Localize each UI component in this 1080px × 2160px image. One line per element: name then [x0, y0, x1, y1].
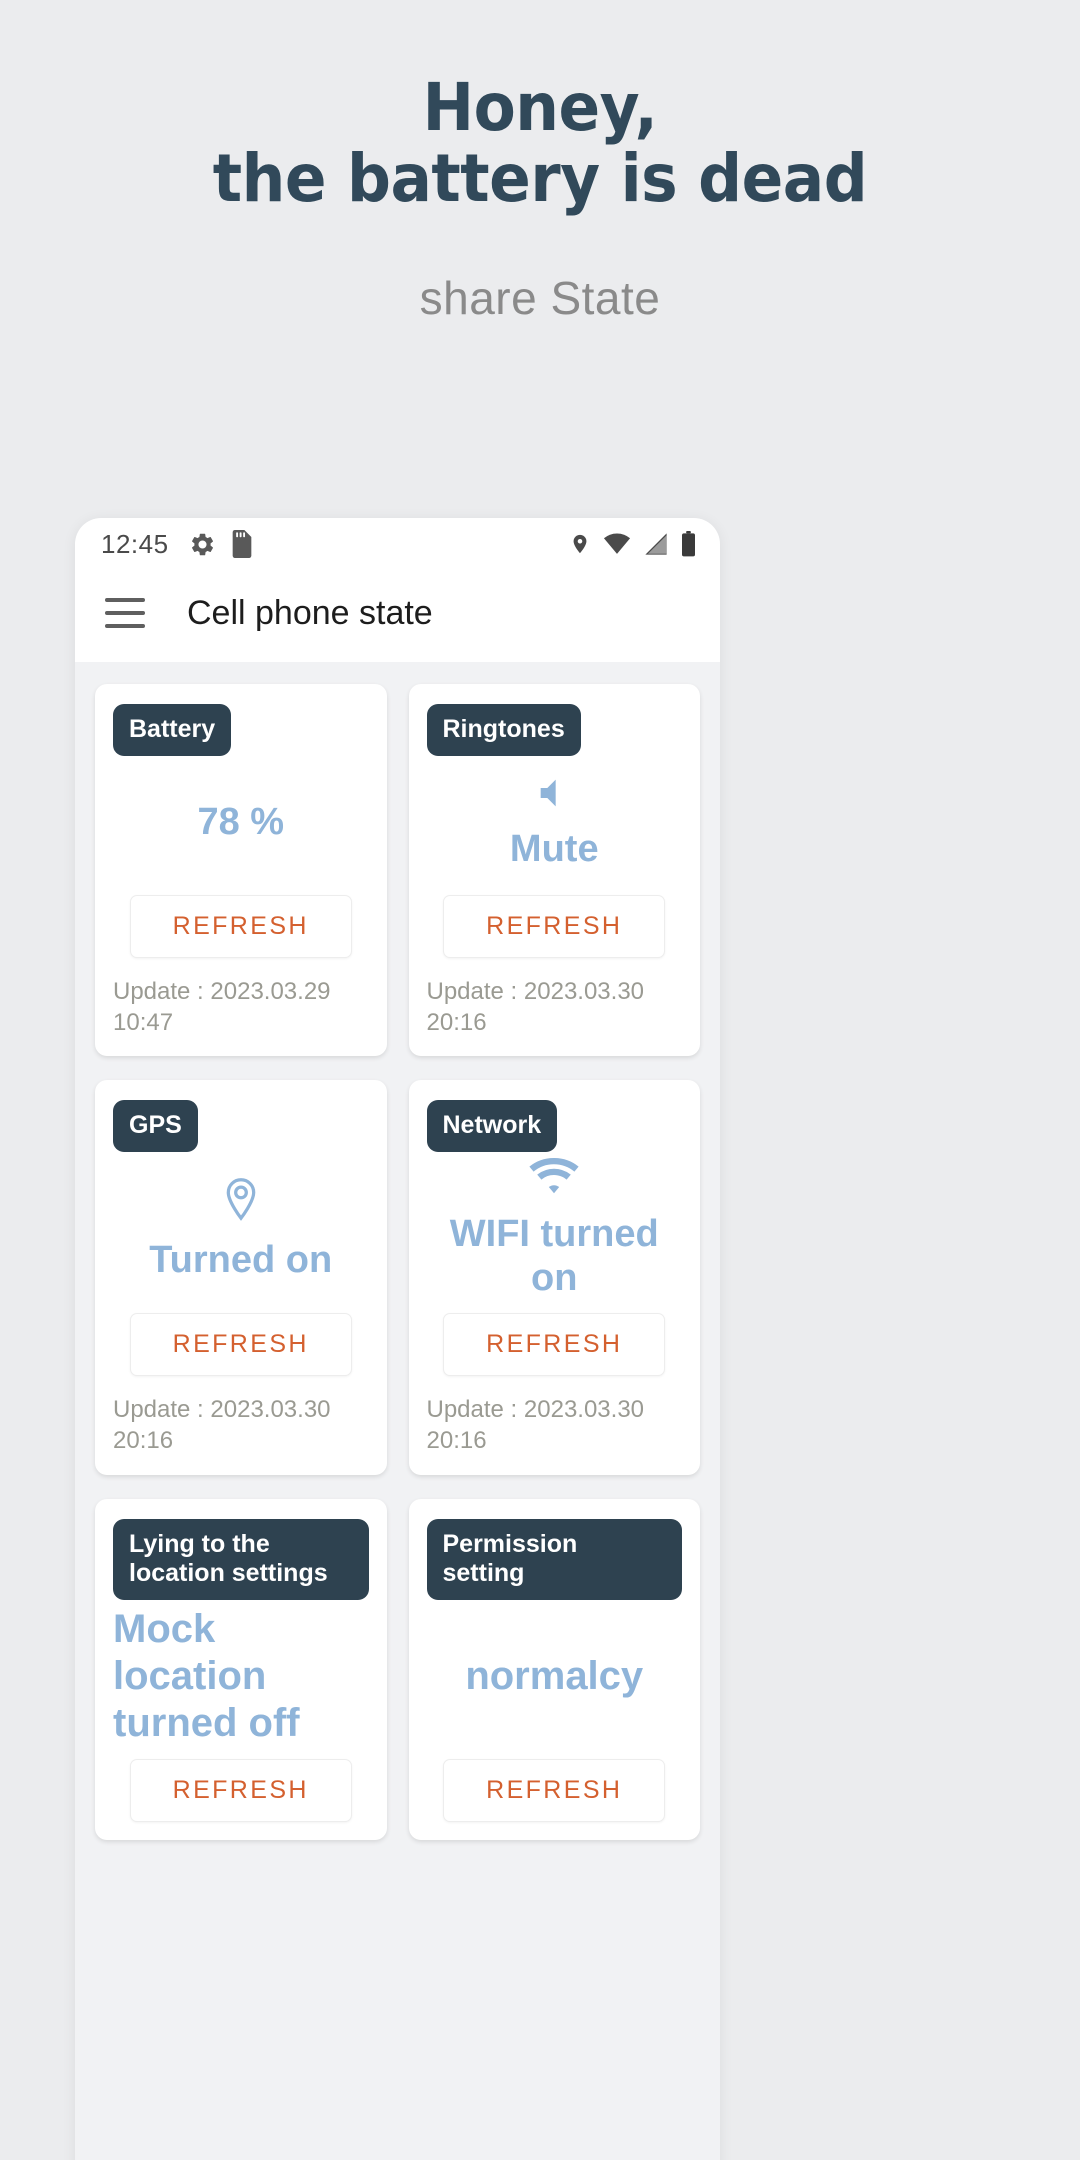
sd-card-icon	[230, 530, 254, 558]
status-bar-left-icons	[189, 530, 254, 558]
status-card-grid: Battery 78 % REFRESH Update : 2023.03.29…	[75, 662, 720, 1841]
status-bar-right-icons	[569, 531, 696, 557]
card-update-timestamp: Update : 2023.03.30 20:16	[426, 1396, 645, 1455]
card-gps: GPS Turned on REFRESH Update : 2023.03.3…	[95, 1080, 387, 1475]
card-badge: Network	[426, 1100, 558, 1152]
app-bar-title: Cell phone state	[187, 593, 433, 632]
battery-icon	[681, 531, 696, 557]
page-subtitle: share State	[419, 271, 661, 324]
page-title: Honey, the battery is dead	[38, 72, 1042, 215]
wifi-icon	[603, 533, 631, 555]
refresh-button[interactable]: REFRESH	[129, 1313, 352, 1377]
card-update-timestamp: Update : 2023.03.29 10:47	[113, 977, 331, 1036]
hamburger-bar	[105, 598, 145, 602]
hamburger-menu-icon[interactable]	[105, 598, 145, 628]
location-pin-icon	[569, 531, 591, 557]
status-bar: 12:45	[75, 518, 720, 570]
card-value: Turned on	[149, 1238, 333, 1281]
card-value: WIFI turned on	[449, 1212, 659, 1300]
card-badge: Ringtones	[426, 704, 581, 756]
signal-bars-icon	[643, 533, 669, 555]
card-badge: Permission setting	[426, 1518, 682, 1600]
card-permission-setting: Permission setting normalcy REFRESH	[408, 1498, 700, 1841]
card-network: Network WIFI turned on REFRESH Update : …	[408, 1080, 700, 1475]
hamburger-bar	[105, 611, 145, 615]
refresh-button[interactable]: REFRESH	[443, 1759, 666, 1823]
page-title-line-1: Honey,	[422, 69, 658, 146]
page-title-line-2: the battery is dead	[212, 140, 868, 218]
card-body: normalcy	[427, 1600, 683, 1754]
card-value: Mute	[509, 827, 599, 870]
wifi-icon	[528, 1157, 580, 1198]
card-body: Mock location turned off	[113, 1600, 369, 1754]
card-badge: Lying to the location settings	[113, 1518, 369, 1600]
phone-mockup: 12:45 Cell phone state Battery 78 % REFR…	[75, 518, 720, 2160]
card-value: Mock location turned off	[113, 1606, 300, 1745]
card-body: Mute	[427, 756, 683, 889]
gear-icon	[189, 531, 216, 558]
card-body: 78 %	[113, 756, 369, 889]
refresh-button[interactable]: REFRESH	[129, 894, 352, 958]
location-pin-icon	[219, 1176, 263, 1224]
phone-top-chrome: 12:45 Cell phone state	[75, 518, 720, 662]
refresh-button[interactable]: REFRESH	[443, 1313, 666, 1377]
refresh-button[interactable]: REFRESH	[443, 894, 666, 958]
card-body: Turned on	[113, 1152, 369, 1308]
app-bar: Cell phone state	[75, 570, 720, 656]
volume-mute-icon	[532, 773, 576, 813]
status-bar-clock: 12:45	[101, 528, 169, 559]
hamburger-bar	[105, 624, 145, 628]
promo-header: Honey, the battery is dead share State	[0, 0, 1080, 325]
card-body: WIFI turned on	[427, 1152, 683, 1308]
refresh-button[interactable]: REFRESH	[129, 1759, 352, 1823]
card-update-timestamp: Update : 2023.03.30 20:16	[426, 977, 645, 1036]
card-update-timestamp: Update : 2023.03.30 20:16	[113, 1396, 331, 1455]
card-battery: Battery 78 % REFRESH Update : 2023.03.29…	[95, 684, 387, 1056]
card-value: 78 %	[197, 800, 285, 843]
card-badge: GPS	[113, 1100, 198, 1152]
card-ringtones: Ringtones Mute REFRESH Update : 2023.03.…	[408, 684, 700, 1056]
card-mock-location: Lying to the location settings Mock loca…	[95, 1498, 387, 1841]
card-value: normalcy	[465, 1653, 644, 1698]
card-badge: Battery	[113, 704, 232, 756]
